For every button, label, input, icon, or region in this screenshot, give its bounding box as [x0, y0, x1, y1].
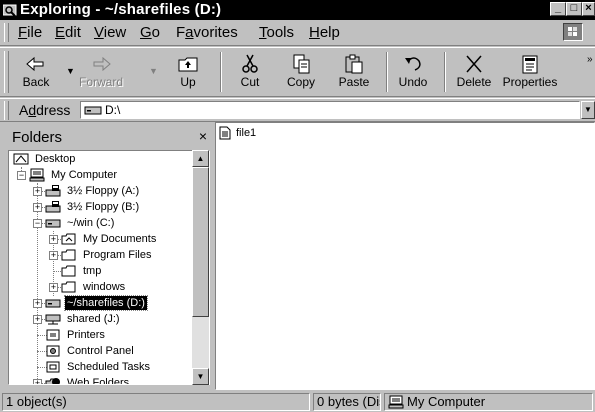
floppy-drive-icon: [45, 201, 61, 213]
properties-icon: [522, 55, 538, 74]
explorer-icon: [3, 4, 17, 17]
tree-line: [37, 183, 38, 379]
folder-icon: [61, 281, 76, 293]
forward-arrow-icon: [93, 56, 111, 72]
menu-favorites[interactable]: Favorites: [176, 25, 238, 41]
addressbar-grip[interactable]: [4, 101, 9, 120]
printers-icon: [46, 329, 60, 341]
desktop-icon: [13, 153, 29, 165]
folder-icon: [61, 265, 76, 277]
hard-drive-icon: [45, 299, 61, 308]
title-bar[interactable]: Exploring - ~/sharefiles (D:) _ □ ×: [0, 0, 595, 20]
my-documents-icon: [61, 233, 76, 245]
tree-expander-expand[interactable]: +: [33, 299, 42, 308]
menu-file[interactable]: File: [18, 25, 42, 41]
scroll-up-button[interactable]: ▲: [192, 150, 209, 167]
copy-button[interactable]: Copy: [280, 50, 322, 94]
address-bar: Address D:\ ▼: [0, 98, 595, 122]
menu-go[interactable]: Go: [140, 25, 160, 41]
hard-drive-icon: [84, 106, 102, 115]
paste-button[interactable]: Paste: [332, 50, 376, 94]
folder-icon: [61, 249, 76, 261]
tree-expander-expand[interactable]: +: [33, 379, 42, 384]
forward-dropdown-icon[interactable]: ▼: [149, 66, 158, 76]
floppy-drive-icon: [45, 185, 61, 197]
copy-icon: [293, 54, 310, 74]
back-arrow-icon: [26, 56, 44, 72]
scissors-icon: [242, 54, 258, 73]
properties-button[interactable]: Properties: [502, 50, 558, 94]
address-label: Address: [19, 102, 71, 118]
text-file-icon: [219, 126, 231, 140]
standard-toolbar: Back ▼ Forward ▼ Up Cut Copy Paste Undo …: [0, 47, 595, 97]
computer-icon: [388, 395, 404, 409]
toolbar-separator: [220, 52, 222, 92]
status-bar: 1 object(s) 0 bytes (Dis My Computer: [0, 391, 595, 412]
menu-help[interactable]: Help: [309, 25, 340, 41]
undo-button[interactable]: Undo: [393, 50, 433, 94]
minimize-button[interactable]: _: [550, 2, 566, 16]
tree-expander-expand[interactable]: +: [33, 203, 42, 212]
menu-view[interactable]: View: [94, 25, 126, 41]
computer-icon: [29, 168, 45, 182]
folders-close-button[interactable]: ×: [199, 128, 207, 144]
up-folder-icon: [178, 57, 198, 72]
undo-icon: [405, 57, 421, 71]
menu-tools[interactable]: Tools: [259, 25, 294, 41]
menubar-grip[interactable]: [4, 23, 9, 42]
scroll-down-button[interactable]: ▼: [192, 368, 209, 385]
folder-tree[interactable]: Desktop − My Computer + 3½ Floppy (A:) +…: [8, 150, 210, 385]
cut-button[interactable]: Cut: [230, 50, 270, 94]
tree-expander-expand[interactable]: +: [33, 187, 42, 196]
status-object-count: 1 object(s): [2, 393, 310, 411]
forward-button[interactable]: Forward: [76, 50, 126, 94]
status-zone: My Computer: [384, 393, 593, 411]
folders-pane-header: Folders ×: [8, 125, 210, 149]
close-button[interactable]: ×: [582, 2, 595, 16]
scroll-thumb[interactable]: [192, 167, 209, 317]
address-input[interactable]: D:\: [80, 101, 580, 119]
tree-expander-expand[interactable]: +: [49, 283, 58, 292]
menu-edit[interactable]: Edit: [55, 25, 81, 41]
menu-bar: File Edit View Go Favorites Tools Help: [0, 20, 595, 46]
tree-expander-collapse[interactable]: −: [17, 171, 26, 180]
tree-expander-expand[interactable]: +: [49, 235, 58, 244]
folders-title: Folders: [12, 129, 63, 146]
folder-tree-scrollbar[interactable]: ▲ ▼: [192, 150, 209, 385]
tree-expander-collapse[interactable]: −: [33, 219, 42, 228]
scheduled-tasks-icon: [46, 361, 60, 373]
paste-icon: [345, 54, 363, 74]
back-dropdown-icon[interactable]: ▼: [66, 66, 75, 76]
maximize-button[interactable]: □: [566, 2, 582, 16]
toolbar-separator: [386, 52, 388, 92]
back-button[interactable]: Back: [16, 50, 56, 94]
tree-expander-expand[interactable]: +: [33, 315, 42, 324]
windows-logo-icon: [563, 23, 583, 41]
status-size: 0 bytes (Dis: [313, 393, 381, 411]
network-drive-icon: [45, 314, 61, 325]
toolbar-separator: [444, 52, 446, 92]
control-panel-icon: [46, 345, 60, 357]
delete-x-icon: [466, 55, 482, 73]
web-folders-icon: [45, 378, 60, 384]
hard-drive-icon: [45, 219, 61, 228]
address-dropdown-button[interactable]: ▼: [581, 101, 595, 119]
window-title: Exploring - ~/sharefiles (D:): [20, 1, 222, 18]
delete-button[interactable]: Delete: [452, 50, 496, 94]
toolbar-grip[interactable]: [4, 51, 9, 93]
toolbar-chevron-icon[interactable]: »: [587, 54, 593, 65]
up-button[interactable]: Up: [168, 50, 208, 94]
file-list-pane[interactable]: file1: [215, 122, 595, 390]
tree-expander-expand[interactable]: +: [49, 251, 58, 260]
